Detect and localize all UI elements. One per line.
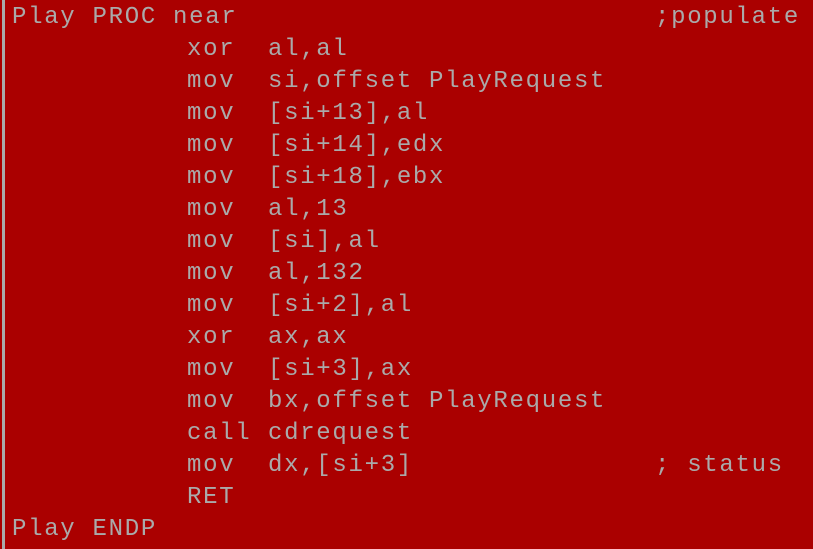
code-line[interactable]: mov al,13 [0,194,813,226]
code-mnemonic: mov [187,356,236,383]
code-line[interactable]: xor al,al [0,34,813,66]
code-operands: al,13 [268,196,349,223]
code-line[interactable]: mov si,offset PlayRequest [0,66,813,98]
code-mnemonic: mov [187,196,236,223]
code-line[interactable]: RET [0,482,813,514]
code-mnemonic: xor [187,36,236,63]
code-operands: [si+18],ebx [268,164,446,191]
code-operands: al,132 [268,260,365,287]
code-mnemonic: xor [187,324,236,351]
code-mnemonic: mov [187,100,236,127]
code-label: Play ENDP [12,516,157,543]
code-operands: si,offset PlayRequest [268,68,607,95]
code-mnemonic: mov [187,68,236,95]
code-mnemonic: mov [187,260,236,287]
code-line[interactable]: mov [si+2],al [0,290,813,322]
code-operands: bx,offset PlayRequest [268,388,607,415]
code-operands: [si+14],edx [268,132,446,159]
code-operands: [si+2],al [268,292,413,319]
code-mnemonic: mov [187,452,236,479]
code-line[interactable]: mov [si+14],edx [0,130,813,162]
code-line[interactable]: xor ax,ax [0,322,813,354]
code-line[interactable]: mov [si+18],ebx [0,162,813,194]
code-comment: ;populate [655,4,800,31]
code-operands: dx,[si+3] [268,452,413,479]
code-mnemonic: mov [187,228,236,255]
code-editor[interactable]: Play PROC near ;populate xor al,al mov si,off… [0,0,813,549]
code-mnemonic: call [187,420,252,447]
code-operands: cdrequest [268,420,413,447]
code-operands: [si+3],ax [268,356,413,383]
code-mnemonic: mov [187,292,236,319]
code-line[interactable]: mov al,132 [0,258,813,290]
code-mnemonic: mov [187,132,236,159]
code-line[interactable]: Play PROC near ;populate [0,2,813,34]
code-mnemonic: RET [187,484,236,511]
code-operands: al,al [268,36,349,63]
code-line[interactable]: mov bx,offset PlayRequest [0,386,813,418]
code-operands: [si+13],al [268,100,430,127]
code-line[interactable]: mov [si+3],ax [0,354,813,386]
code-line[interactable]: mov dx,[si+3] ; status [0,450,813,482]
code-line[interactable]: call cdrequest [0,418,813,450]
code-label: Play PROC near [12,4,238,31]
code-line[interactable]: Play ENDP [0,514,813,546]
code-mnemonic: mov [187,388,236,415]
code-operands: [si],al [268,228,381,255]
code-comment: ; status [655,452,784,479]
code-mnemonic: mov [187,164,236,191]
code-operands: ax,ax [268,324,349,351]
code-line[interactable]: mov [si],al [0,226,813,258]
code-line[interactable]: mov [si+13],al [0,98,813,130]
